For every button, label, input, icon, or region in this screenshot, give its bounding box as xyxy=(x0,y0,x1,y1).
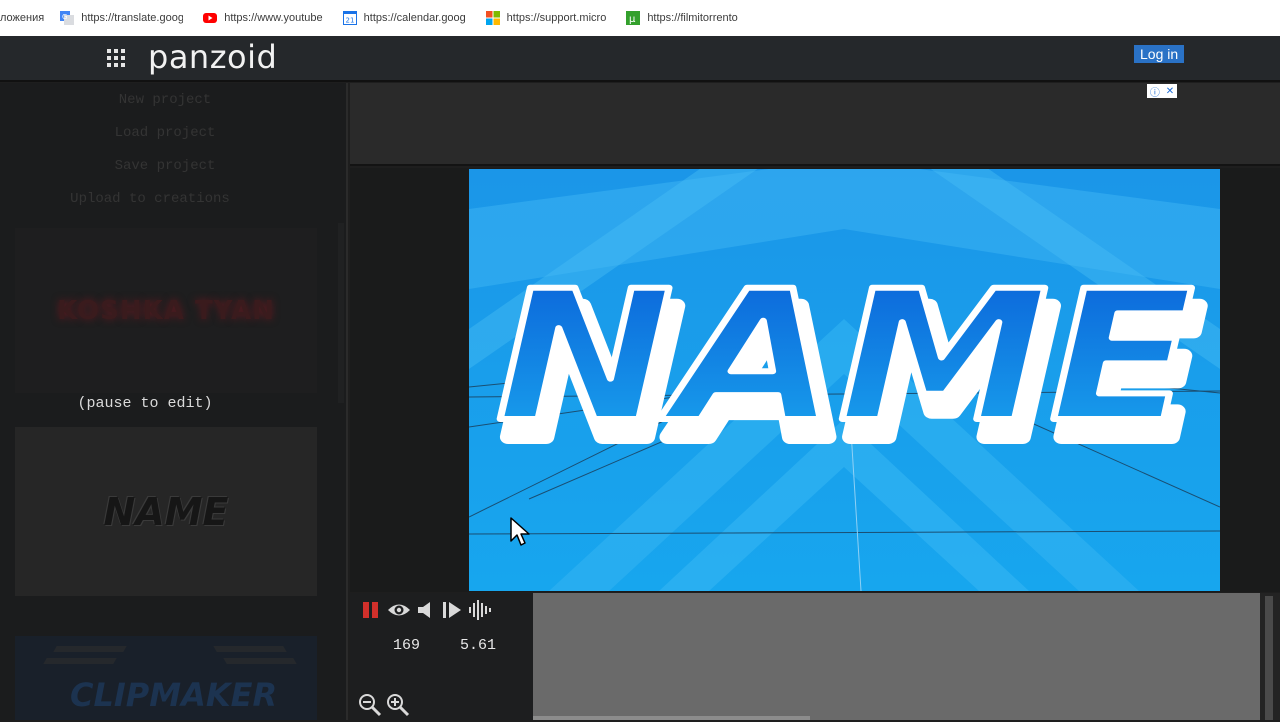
eye-icon[interactable] xyxy=(387,601,411,624)
zoom-out-icon[interactable] xyxy=(358,693,382,722)
thumbnail-title: NAME xyxy=(103,489,229,534)
timeline-horizontal-scrollbar[interactable] xyxy=(533,716,810,720)
thumbnail-title: CLIPMAKER xyxy=(70,676,278,714)
sidebar: New project Load project Save project Up… xyxy=(0,83,348,720)
pause-to-edit-note: (pause to edit) xyxy=(77,395,213,412)
bookmark-calendar[interactable]: 21 https://calendar.goog xyxy=(342,11,466,25)
calendar-icon: 21 xyxy=(342,11,357,25)
youtube-icon xyxy=(203,11,218,25)
top-navigation: panzoid Log in xyxy=(0,36,1280,82)
audio-waveform-icon[interactable] xyxy=(468,599,492,626)
microsoft-icon xyxy=(485,11,500,25)
zoom-in-icon[interactable] xyxy=(386,693,410,722)
frame-counter: 169 xyxy=(393,637,421,654)
apps-grid-icon[interactable] xyxy=(107,49,125,67)
bookmark-filmitorrent[interactable]: μ https://filmitorrento xyxy=(626,11,738,25)
bookmark-label: https://translate.goog xyxy=(81,12,184,24)
template-thumbnail-clipmaker[interactable]: CLIPMAKER xyxy=(15,636,317,720)
google-translate-icon: G xyxy=(60,11,75,25)
mouse-cursor-icon xyxy=(510,517,530,552)
bookmark-microsoft[interactable]: https://support.micro xyxy=(485,11,607,25)
info-icon[interactable]: ⓘ xyxy=(1150,84,1160,99)
preview-canvas[interactable]: NAME NAME xyxy=(469,169,1220,591)
volume-icon[interactable] xyxy=(417,601,435,624)
login-button[interactable]: Log in xyxy=(1134,45,1185,63)
adchoices-badge[interactable]: ⓘ ✕ xyxy=(1147,84,1177,99)
pause-icon[interactable] xyxy=(362,601,380,624)
menu-new-project[interactable]: New project xyxy=(0,92,330,108)
playback-controls: 169 5.61 xyxy=(350,593,533,720)
stage-title-text: NAME xyxy=(496,253,1195,462)
menu-save-project[interactable]: Save project xyxy=(0,158,330,174)
ad-banner: ⓘ ✕ xyxy=(350,83,1280,166)
close-icon[interactable]: ✕ xyxy=(1166,86,1174,97)
svg-text:21: 21 xyxy=(345,17,354,25)
thumbnail-title: KOSHKA TYAN xyxy=(57,295,275,326)
template-thumbnail-koshka[interactable]: KOSHKA TYAN xyxy=(15,228,317,393)
svg-text:G: G xyxy=(62,13,67,21)
bookmark-label: https://support.micro xyxy=(506,12,607,24)
bookmark-label: https://filmitorrento xyxy=(647,12,738,24)
bookmark-youtube[interactable]: https://www.youtube xyxy=(203,11,323,25)
time-readout: 5.61 xyxy=(460,637,497,654)
sidebar-scrollbar[interactable] xyxy=(338,223,344,403)
bookmarks-bar: ложения G https://translate.goog https:/… xyxy=(0,0,1280,36)
bookmark-label: https://www.youtube xyxy=(224,12,323,24)
timeline-vertical-scrollbar[interactable] xyxy=(1260,593,1280,720)
torrent-icon: μ xyxy=(626,11,641,25)
menu-upload-to-creations[interactable]: Upload to creations xyxy=(0,191,300,207)
bookmark-label: https://calendar.goog xyxy=(363,12,466,24)
svg-text:μ: μ xyxy=(629,14,636,25)
play-from-start-icon[interactable] xyxy=(442,601,462,624)
panzoid-logo[interactable]: panzoid xyxy=(148,38,277,76)
menu-load-project[interactable]: Load project xyxy=(0,125,330,141)
bookmark-translate[interactable]: G https://translate.goog xyxy=(60,11,183,25)
bookmark-apps-partial[interactable]: ложения xyxy=(0,12,44,24)
timeline-panel[interactable] xyxy=(533,593,1260,720)
bookmark-label: ложения xyxy=(0,12,45,24)
template-thumbnail-name[interactable]: NAME xyxy=(15,427,317,596)
